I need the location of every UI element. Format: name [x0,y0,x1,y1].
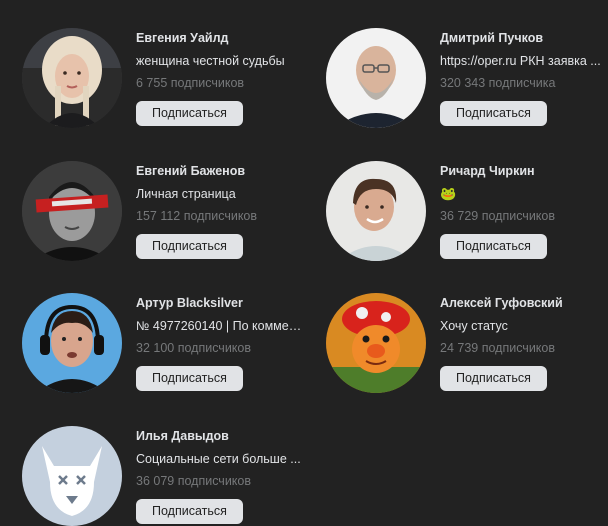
profile-status: Социальные сети больше ... [136,452,301,466]
profile-name[interactable]: Ричард Чиркин [440,163,608,179]
profile-status: 🐸 [440,186,457,201]
profile-card: Дмитрий Пучков https://oper.ru РКН заявк… [304,0,601,128]
subscriber-count: 157 112 подписчиков [136,209,258,223]
man-glasses-photo-icon[interactable] [326,28,426,128]
profile-name[interactable]: Дмитрий Пучков [440,30,608,46]
subscribe-button[interactable]: Подписаться [440,234,547,259]
subscriber-count: 320 343 подписчика [440,76,556,90]
default-dog-avatar-icon[interactable] [22,426,122,526]
subscriber-count: 24 739 подписчиков [440,341,556,355]
subscriber-count: 6 755 подписчиков [136,76,245,90]
profile-status[interactable]: https://oper.ru РКН заявка ... [440,53,608,69]
profile-card: Алексей Гуфовский Хочу статус 24 739 под… [304,265,594,393]
profile-card: Ричард Чиркин 🐸 36 729 подписчиков Подпи… [304,133,594,261]
orange-toy-photo-icon[interactable] [326,293,426,393]
subscribe-button[interactable]: Подписаться [440,366,547,391]
man-redtape-photo-icon[interactable] [22,161,122,261]
profile-card: Евгения Уайлд женщина честной судьбы 6 7… [0,0,290,128]
profile-status: Хочу статус [440,319,508,333]
subscriber-count: 32 100 подписчиков [136,341,252,355]
man-smiling-photo-icon[interactable] [326,161,426,261]
subscribe-button[interactable]: Подписаться [136,499,243,524]
profile-card: Илья Давыдов Социальные сети больше ... … [0,398,301,526]
profile-name[interactable]: Евгения Уайлд [136,30,306,46]
profile-status: Личная страница [136,187,236,201]
subscribe-button[interactable]: Подписаться [136,366,243,391]
subscriptions-grid: Евгения Уайлд женщина честной судьбы 6 7… [0,0,608,526]
profile-name[interactable]: Евгений Баженов [136,163,306,179]
profile-name[interactable]: Алексей Гуфовский [440,295,608,311]
subscribe-button[interactable]: Подписаться [136,101,243,126]
subscribe-button[interactable]: Подписаться [440,101,547,126]
profile-status: женщина честной судьбы [136,54,285,68]
subscriber-count: 36 079 подписчиков [136,474,252,488]
subscriber-count: 36 729 подписчиков [440,209,556,223]
woman-photo-icon[interactable] [22,28,122,128]
profile-card: Евгений Баженов Личная страница 157 112 … [0,133,290,261]
man-headphones-photo-icon[interactable] [22,293,122,393]
profile-status: № 4977260140 | По коммер... [136,319,306,333]
profile-name[interactable]: Илья Давыдов [136,428,306,444]
subscribe-button[interactable]: Подписаться [136,234,243,259]
profile-card: Артур Blacksilver № 4977260140 | По комм… [0,265,306,393]
profile-name[interactable]: Артур Blacksilver [136,295,306,311]
